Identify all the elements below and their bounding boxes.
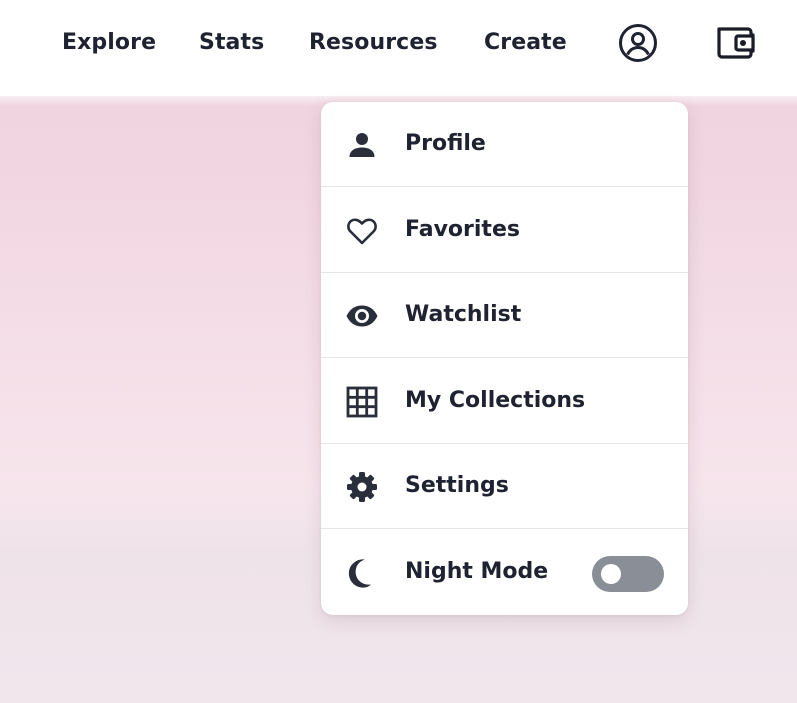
menu-item-label: Profile (405, 131, 486, 156)
wallet-icon (717, 27, 755, 59)
person-icon (349, 133, 375, 157)
moon-icon (348, 559, 371, 588)
menu-item-label: My Collections (405, 388, 586, 413)
menu-item-settings[interactable]: Settings (321, 444, 688, 529)
heart-outline-icon (347, 218, 377, 245)
menu-item-favorites[interactable]: Favorites (321, 188, 688, 273)
menu-item-watchlist[interactable]: Watchlist (321, 273, 688, 358)
menu-item-profile[interactable]: Profile (321, 102, 688, 187)
account-button[interactable] (618, 23, 658, 63)
toggle-knob (601, 564, 621, 584)
menu-item-label: Favorites (405, 217, 520, 242)
nav-link-explore[interactable]: Explore (62, 26, 156, 60)
top-navbar: Explore Stats Resources Create (0, 0, 797, 96)
nav-link-create[interactable]: Create (484, 26, 567, 60)
wallet-button[interactable] (715, 23, 755, 63)
night-mode-toggle[interactable] (592, 556, 664, 592)
nav-link-stats[interactable]: Stats (199, 26, 264, 60)
menu-item-label: Watchlist (405, 302, 522, 327)
grid-icon (346, 386, 378, 418)
menu-item-label: Night Mode (405, 559, 549, 584)
menu-item-my-collections[interactable]: My Collections (321, 359, 688, 444)
nav-link-resources[interactable]: Resources (309, 26, 438, 60)
account-dropdown-menu: Profile Favorites Watchlist My Collectio… (321, 102, 688, 615)
eye-icon (346, 305, 378, 327)
gear-icon (347, 472, 377, 502)
menu-item-label: Settings (405, 473, 509, 498)
menu-item-night-mode: Night Mode (321, 530, 688, 615)
account-circle-icon (619, 24, 657, 62)
